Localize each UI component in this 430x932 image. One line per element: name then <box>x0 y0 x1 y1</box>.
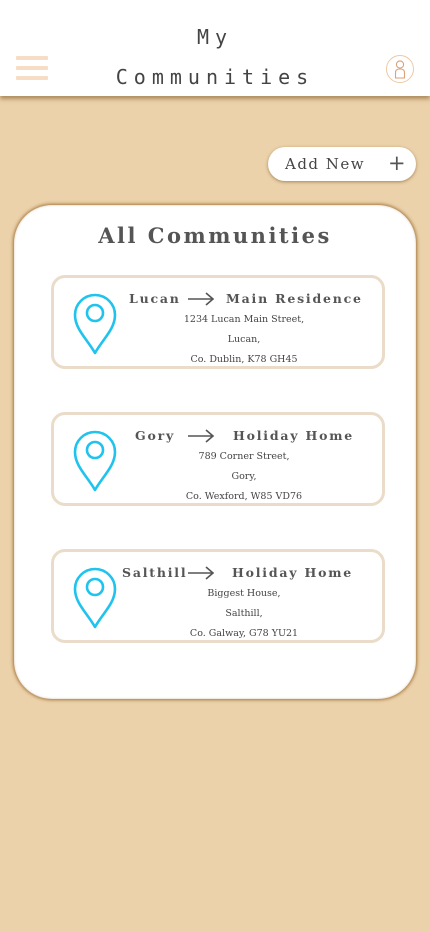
page-title-line1: My <box>196 25 234 49</box>
community-name: Lucan <box>129 291 181 306</box>
plus-icon: + <box>388 151 406 175</box>
arrow-right-icon <box>188 566 215 580</box>
location-pin-icon <box>73 430 117 492</box>
address-line1: 1234 Lucan Main Street, <box>183 314 305 325</box>
community-type: Holiday Home <box>232 565 354 580</box>
add-new-button[interactable]: Add New + <box>268 147 416 181</box>
address-line3: Co. Wexford, W85 VD76 <box>185 491 303 502</box>
profile-avatar-icon[interactable] <box>386 55 414 83</box>
location-pin-icon <box>73 293 117 355</box>
add-new-label: Add New <box>285 155 366 173</box>
community-name: Salthill <box>122 565 188 580</box>
page-title-line2: Communities <box>115 65 315 89</box>
community-type: Main Residence <box>226 291 363 306</box>
address-line3: Co. Galway, G78 YU21 <box>189 628 299 639</box>
location-pin-icon <box>73 567 117 629</box>
app-header: My Communities <box>0 0 430 96</box>
community-name: Gory <box>135 428 176 443</box>
community-card-gory[interactable]: Gory Holiday Home 789 Corner Street, Gor… <box>51 412 385 506</box>
menu-bar <box>16 56 48 60</box>
arrow-right-icon <box>188 429 215 443</box>
address-line3: Co. Dublin, K78 GH45 <box>190 354 298 365</box>
community-type: Holiday Home <box>233 428 355 443</box>
community-card-lucan[interactable]: Lucan Main Residence 1234 Lucan Main Str… <box>51 275 385 369</box>
communities-panel: All Communities Lucan Main Residence 123… <box>14 205 416 699</box>
hamburger-icon[interactable] <box>16 56 48 80</box>
panel-title: All Communities <box>98 223 332 248</box>
address-line1: Biggest House, <box>207 588 281 599</box>
address-line2: Gory, <box>231 471 257 482</box>
community-card-salthill[interactable]: Salthill Holiday Home Biggest House, Sal… <box>51 549 385 643</box>
address-line1: 789 Corner Street, <box>198 451 290 462</box>
arrow-right-icon <box>188 292 215 306</box>
address-line2: Salthill, <box>225 608 263 619</box>
menu-bar <box>16 66 48 70</box>
menu-bar <box>16 76 48 80</box>
address-line2: Lucan, <box>227 334 261 345</box>
